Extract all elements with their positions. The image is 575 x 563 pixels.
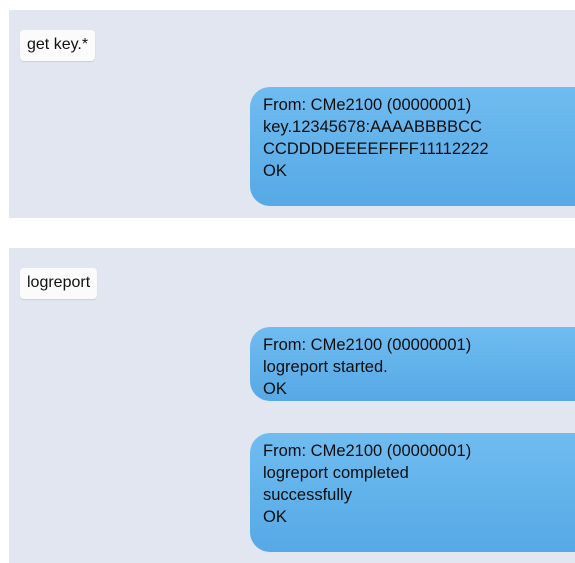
received-message-bubble[interactable]: From: CMe2100 (00000001) logreport compl… xyxy=(250,433,575,552)
message-thread-block: get key.* From: CMe2100 (00000001) key.1… xyxy=(9,10,575,218)
message-line: key.12345678:AAAABBBBCC xyxy=(263,118,482,136)
message-line: From: CMe2100 (00000001) xyxy=(263,96,472,114)
sent-message-bubble[interactable]: logreport xyxy=(20,268,98,299)
received-message-bubble[interactable]: From: CMe2100 (00000001) logreport start… xyxy=(250,327,575,401)
message-line: From: CMe2100 (00000001) xyxy=(263,442,472,460)
message-line: OK xyxy=(263,380,287,398)
received-message-bubble[interactable]: From: CMe2100 (00000001) key.12345678:AA… xyxy=(250,87,575,206)
message-line: successfully xyxy=(263,486,352,504)
message-line: CCDDDDEEEEFFFF11112222 xyxy=(263,140,489,158)
sent-message-bubble[interactable]: get key.* xyxy=(20,30,96,61)
message-line: logreport started. xyxy=(263,358,388,376)
message-line: OK xyxy=(263,508,287,526)
message-line: From: CMe2100 (00000001) xyxy=(263,336,472,354)
message-thread-block: logreport From: CMe2100 (00000001) logre… xyxy=(9,248,575,563)
message-line: OK xyxy=(263,162,287,180)
message-line: logreport completed xyxy=(263,464,409,482)
